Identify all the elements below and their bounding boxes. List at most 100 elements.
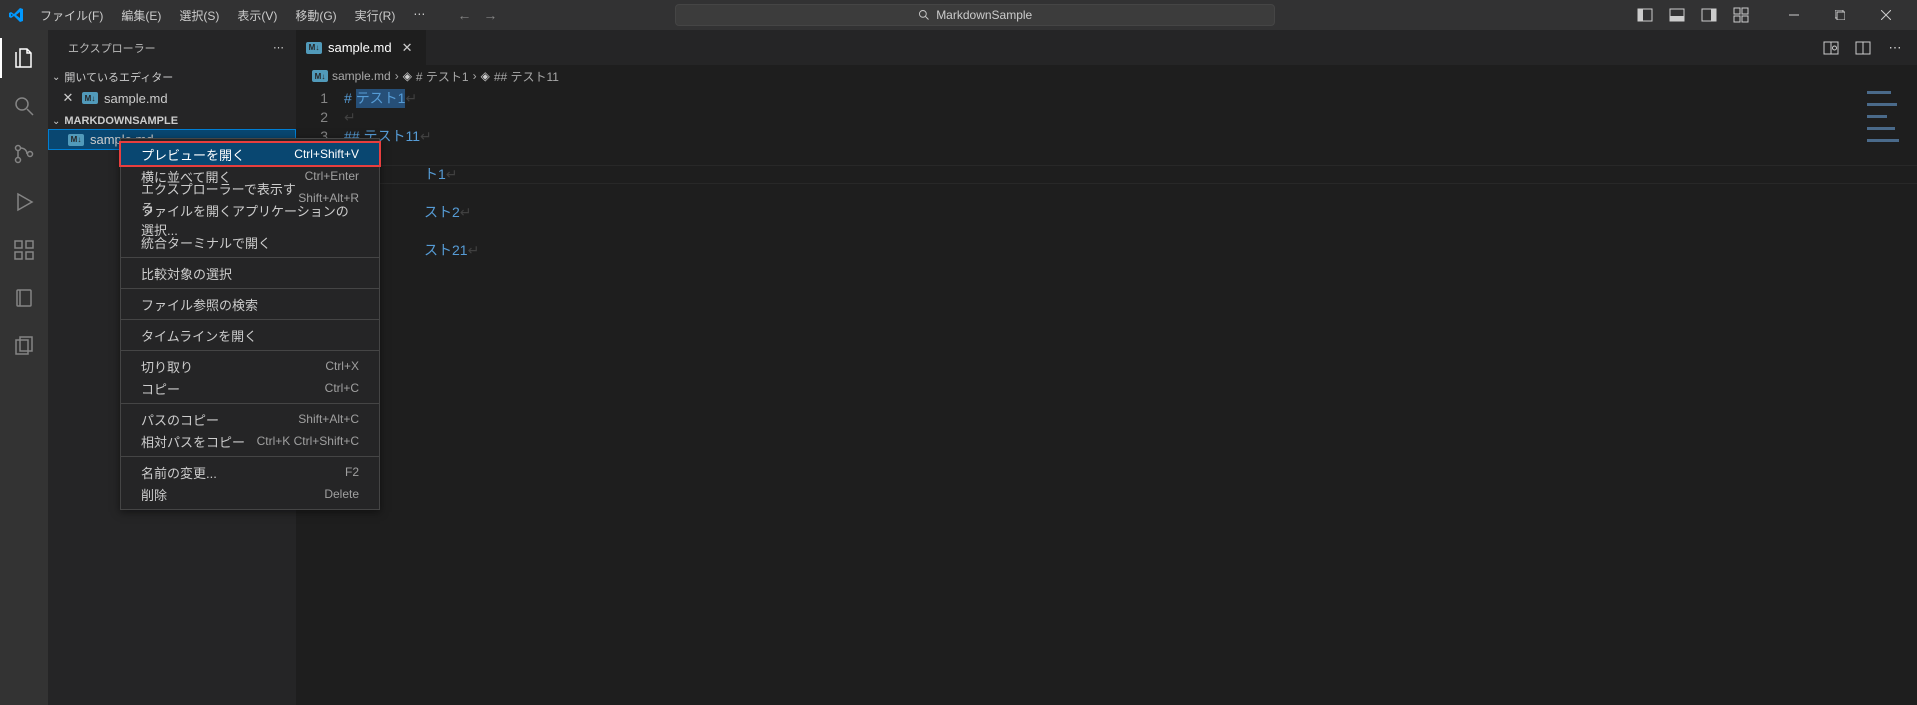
command-center[interactable]: MarkdownSample: [675, 4, 1275, 26]
context-menu-item[interactable]: タイムラインを開く: [121, 324, 379, 346]
open-editors-label: 開いているエディター: [64, 69, 173, 85]
menu-view[interactable]: 表示(V): [229, 3, 285, 28]
toggle-secondary-sidebar-icon[interactable]: [1695, 1, 1723, 29]
context-menu-item[interactable]: 切り取り Ctrl+X: [121, 355, 379, 377]
menu-edit[interactable]: 編集(E): [113, 3, 169, 28]
minimap[interactable]: [1843, 87, 1903, 705]
search-text: MarkdownSample: [936, 8, 1032, 22]
activity-explorer-icon[interactable]: [0, 38, 48, 78]
menu-go[interactable]: 移動(G): [287, 3, 344, 28]
open-editor-name: sample.md: [104, 91, 168, 106]
context-menu-label: 統合ターミナルで開く: [141, 233, 271, 252]
context-menu-shortcut: Ctrl+Shift+V: [294, 147, 359, 161]
markdown-file-icon: M↓: [82, 92, 98, 104]
folder-name: MARKDOWNSAMPLE: [64, 115, 178, 127]
customize-layout-icon[interactable]: [1727, 1, 1755, 29]
menu-selection[interactable]: 選択(S): [171, 3, 227, 28]
context-menu-item[interactable]: コピー Ctrl+C: [121, 377, 379, 399]
context-menu-label: コピー: [141, 379, 180, 398]
context-menu-item[interactable]: パスのコピー Shift+Alt+C: [121, 408, 379, 430]
breadcrumb-part: ## テスト11: [494, 68, 559, 85]
layout-controls: [1631, 1, 1755, 29]
more-actions-icon[interactable]: ⋯: [1881, 34, 1909, 62]
nav-back-icon[interactable]: ←: [457, 7, 471, 23]
toggle-panel-icon[interactable]: [1663, 1, 1691, 29]
context-menu-shortcut: Ctrl+K Ctrl+Shift+C: [257, 434, 359, 448]
split-editor-icon[interactable]: [1849, 34, 1877, 62]
nav-forward-icon[interactable]: →: [483, 7, 497, 23]
context-menu-label: パスのコピー: [141, 410, 219, 429]
tab-sample-md[interactable]: M↓ sample.md ✕: [296, 30, 427, 65]
context-menu-item[interactable]: プレビューを開く Ctrl+Shift+V: [121, 143, 379, 165]
nav-arrows: ← →: [457, 7, 497, 23]
context-menu-separator: [121, 350, 379, 351]
context-menu-shortcut: Shift+Alt+C: [298, 412, 359, 426]
markdown-file-icon: M↓: [68, 134, 84, 146]
breadcrumb-part: # テスト1: [416, 68, 469, 85]
close-icon[interactable]: ✕: [60, 90, 76, 106]
activity-search-icon[interactable]: [0, 86, 48, 126]
context-menu-shortcut: Delete: [324, 487, 359, 501]
context-menu-label: 削除: [141, 485, 167, 504]
editor-area: M↓ sample.md ✕ ⋯ M↓ sample.md › ◈ # テスト1…: [296, 30, 1917, 705]
context-menu-label: 比較対象の選択: [141, 264, 232, 283]
vscode-logo-icon: [8, 7, 24, 23]
context-menu: プレビューを開くCtrl+Shift+V横に並べて開くCtrl+Enterエクス…: [120, 138, 380, 510]
context-menu-item[interactable]: 比較対象の選択: [121, 262, 379, 284]
context-menu-shortcut: Ctrl+X: [325, 359, 359, 373]
chevron-down-icon: ⌄: [52, 72, 60, 83]
context-menu-separator: [121, 319, 379, 320]
context-menu-item[interactable]: 相対パスをコピーCtrl+K Ctrl+Shift+C: [121, 430, 379, 452]
vertical-scrollbar[interactable]: [1903, 87, 1917, 705]
context-menu-item[interactable]: ファイル参照の検索: [121, 293, 379, 315]
breadcrumb-file: sample.md: [332, 69, 391, 83]
activity-scm-icon[interactable]: [0, 134, 48, 174]
window-close-icon[interactable]: [1863, 0, 1909, 30]
close-icon[interactable]: ✕: [398, 40, 417, 56]
activity-bar: [0, 30, 48, 705]
toggle-primary-sidebar-icon[interactable]: [1631, 1, 1659, 29]
breadcrumb[interactable]: M↓ sample.md › ◈ # テスト1 › ◈ ## テスト11: [296, 65, 1917, 87]
chevron-down-icon: ⌄: [52, 116, 60, 127]
explorer-more-icon[interactable]: ⋯: [273, 41, 284, 54]
titlebar: ファイル(F) 編集(E) 選択(S) 表示(V) 移動(G) 実行(R) ⋯ …: [0, 0, 1917, 30]
context-menu-shortcut: Ctrl+Enter: [305, 169, 359, 183]
open-editors-header[interactable]: ⌄ 開いているエディター: [48, 67, 296, 87]
breadcrumb-symbol-icon: ◈: [403, 69, 412, 83]
context-menu-shortcut: Ctrl+C: [325, 381, 359, 395]
code-editor[interactable]: 1 2 3 # テスト1↵ ↵ ## テスト11↵ ↵ ト1↵ ↵ スト2↵ ↵…: [296, 87, 1917, 705]
menu-file[interactable]: ファイル(F): [32, 3, 111, 28]
explorer-title-label: エクスプローラー: [68, 40, 156, 56]
activity-extensions-icon[interactable]: [0, 230, 48, 270]
menu-run[interactable]: 実行(R): [347, 3, 404, 28]
context-menu-separator: [121, 456, 379, 457]
context-menu-separator: [121, 288, 379, 289]
tab-bar: M↓ sample.md ✕ ⋯: [296, 30, 1917, 65]
window-controls: [1771, 0, 1909, 30]
chevron-right-icon: ›: [473, 69, 477, 83]
context-menu-label: 切り取り: [141, 357, 193, 376]
window-maximize-icon[interactable]: [1817, 0, 1863, 30]
activity-files-icon[interactable]: [0, 326, 48, 366]
context-menu-shortcut: F2: [345, 465, 359, 479]
markdown-file-icon: M↓: [306, 42, 322, 54]
context-menu-item[interactable]: 名前の変更... F2: [121, 461, 379, 483]
context-menu-item[interactable]: 削除 Delete: [121, 483, 379, 505]
folder-header[interactable]: ⌄ MARKDOWNSAMPLE: [48, 113, 296, 129]
tab-label: sample.md: [328, 40, 392, 55]
context-menu-separator: [121, 403, 379, 404]
context-menu-item[interactable]: ファイルを開くアプリケーションの選択...: [121, 209, 379, 231]
open-editor-item[interactable]: ✕ M↓ sample.md: [48, 87, 296, 109]
explorer-title: エクスプローラー ⋯: [48, 30, 296, 65]
menubar: ファイル(F) 編集(E) 選択(S) 表示(V) 移動(G) 実行(R) ⋯: [32, 3, 433, 28]
chevron-right-icon: ›: [395, 69, 399, 83]
context-menu-label: 名前の変更...: [141, 463, 217, 482]
tab-actions: ⋯: [1817, 30, 1917, 65]
activity-book-icon[interactable]: [0, 278, 48, 318]
window-minimize-icon[interactable]: [1771, 0, 1817, 30]
context-menu-label: プレビューを開く: [141, 145, 245, 164]
breadcrumb-symbol-icon: ◈: [481, 69, 490, 83]
activity-run-debug-icon[interactable]: [0, 182, 48, 222]
menu-overflow[interactable]: ⋯: [405, 3, 433, 28]
open-preview-side-icon[interactable]: [1817, 34, 1845, 62]
